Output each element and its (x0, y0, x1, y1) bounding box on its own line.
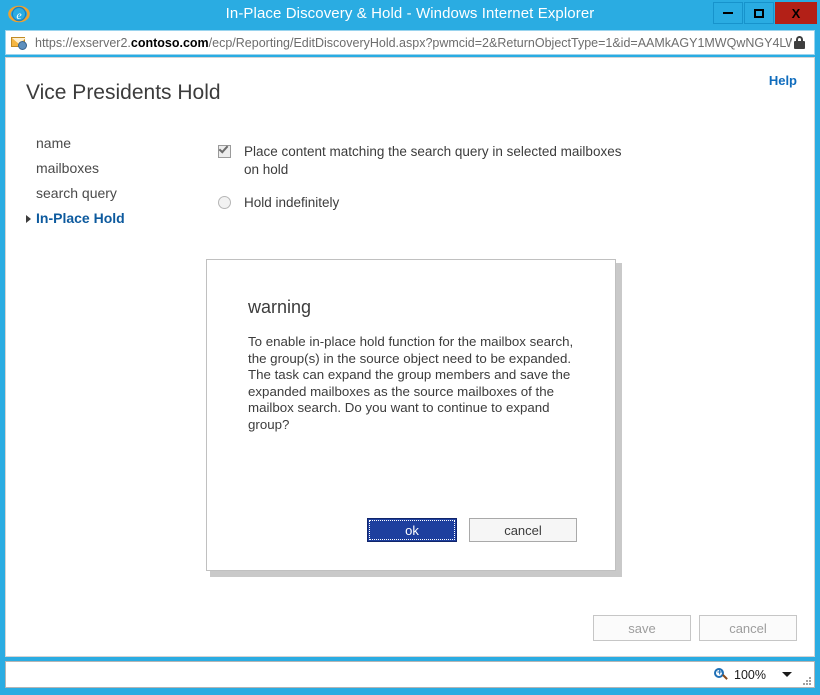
focus-ring (369, 520, 455, 540)
url-domain: contoso.com (130, 35, 209, 50)
hold-checkbox-label: Place content matching the search query … (244, 144, 622, 177)
sidebar-item-label: mailboxes (36, 160, 100, 176)
dialog-ok-button[interactable]: ok (367, 518, 457, 542)
dialog-message: To enable in-place hold function for the… (248, 334, 574, 432)
url-text: https://exserver2.contoso.com/ecp/Report… (35, 36, 792, 50)
maximize-button[interactable] (744, 2, 774, 24)
sidebar-item-mailboxes[interactable]: mailboxes (26, 156, 206, 181)
minimize-icon (714, 3, 742, 23)
magnifier-icon (714, 667, 730, 682)
hold-indefinitely-radio[interactable] (218, 196, 231, 209)
page-title: Vice Presidents Hold (26, 81, 221, 104)
cancel-button[interactable]: cancel (699, 615, 797, 641)
sidebar-nav: name mailboxes search query In-Place Hol… (26, 131, 206, 231)
help-link[interactable]: Help (769, 73, 797, 88)
status-bar: 100% (5, 661, 815, 688)
close-button[interactable]: X (775, 2, 817, 24)
warning-dialog: warning To enable in-place hold function… (206, 259, 616, 571)
dialog-cancel-button[interactable]: cancel (469, 518, 577, 542)
sidebar-item-label: search query (36, 185, 117, 201)
caret-right-icon (26, 215, 31, 223)
dialog-actions: ok cancel (367, 518, 577, 542)
zoom-control[interactable]: 100% (714, 667, 792, 682)
dialog-title: warning (248, 297, 312, 317)
resize-grip[interactable] (801, 675, 811, 685)
window-title: In-Place Discovery & Hold - Windows Inte… (225, 5, 595, 22)
maximize-icon (745, 3, 773, 23)
hold-form: Place content matching the search query … (218, 143, 638, 212)
lock-icon (792, 35, 808, 50)
hold-indefinitely-row[interactable]: Hold indefinitely (218, 194, 638, 212)
sidebar-item-search-query[interactable]: search query (26, 181, 206, 206)
zoom-level-label: 100% (734, 667, 766, 682)
save-button[interactable]: save (593, 615, 691, 641)
hold-checkbox-row[interactable]: Place content matching the search query … (218, 143, 638, 179)
browser-window: e In-Place Discovery & Hold - Windows In… (0, 0, 820, 695)
check-icon (218, 143, 229, 154)
hold-checkbox[interactable] (218, 143, 231, 158)
url-suffix: /ecp/Reporting/EditDiscoveryHold.aspx?pw… (208, 35, 792, 50)
sidebar-item-label: name (36, 135, 72, 151)
minimize-button[interactable] (713, 2, 743, 24)
mail-settings-icon (11, 35, 29, 51)
page-content: Help Vice Presidents Hold name mailboxes… (5, 57, 815, 657)
hold-indefinitely-label: Hold indefinitely (244, 195, 340, 210)
close-icon: X (791, 5, 801, 21)
window-controls: X (712, 2, 817, 24)
title-bar: e In-Place Discovery & Hold - Windows In… (0, 0, 820, 28)
form-actions: save cancel (593, 615, 797, 641)
sidebar-item-in-place-hold[interactable]: In-Place Hold (26, 206, 206, 231)
url-prefix: https://exserver2. (35, 35, 131, 50)
sidebar-item-name[interactable]: name (26, 131, 206, 156)
chevron-down-icon[interactable] (782, 672, 792, 677)
address-bar[interactable]: https://exserver2.contoso.com/ecp/Report… (5, 30, 815, 55)
sidebar-item-label: In-Place Hold (36, 210, 125, 226)
